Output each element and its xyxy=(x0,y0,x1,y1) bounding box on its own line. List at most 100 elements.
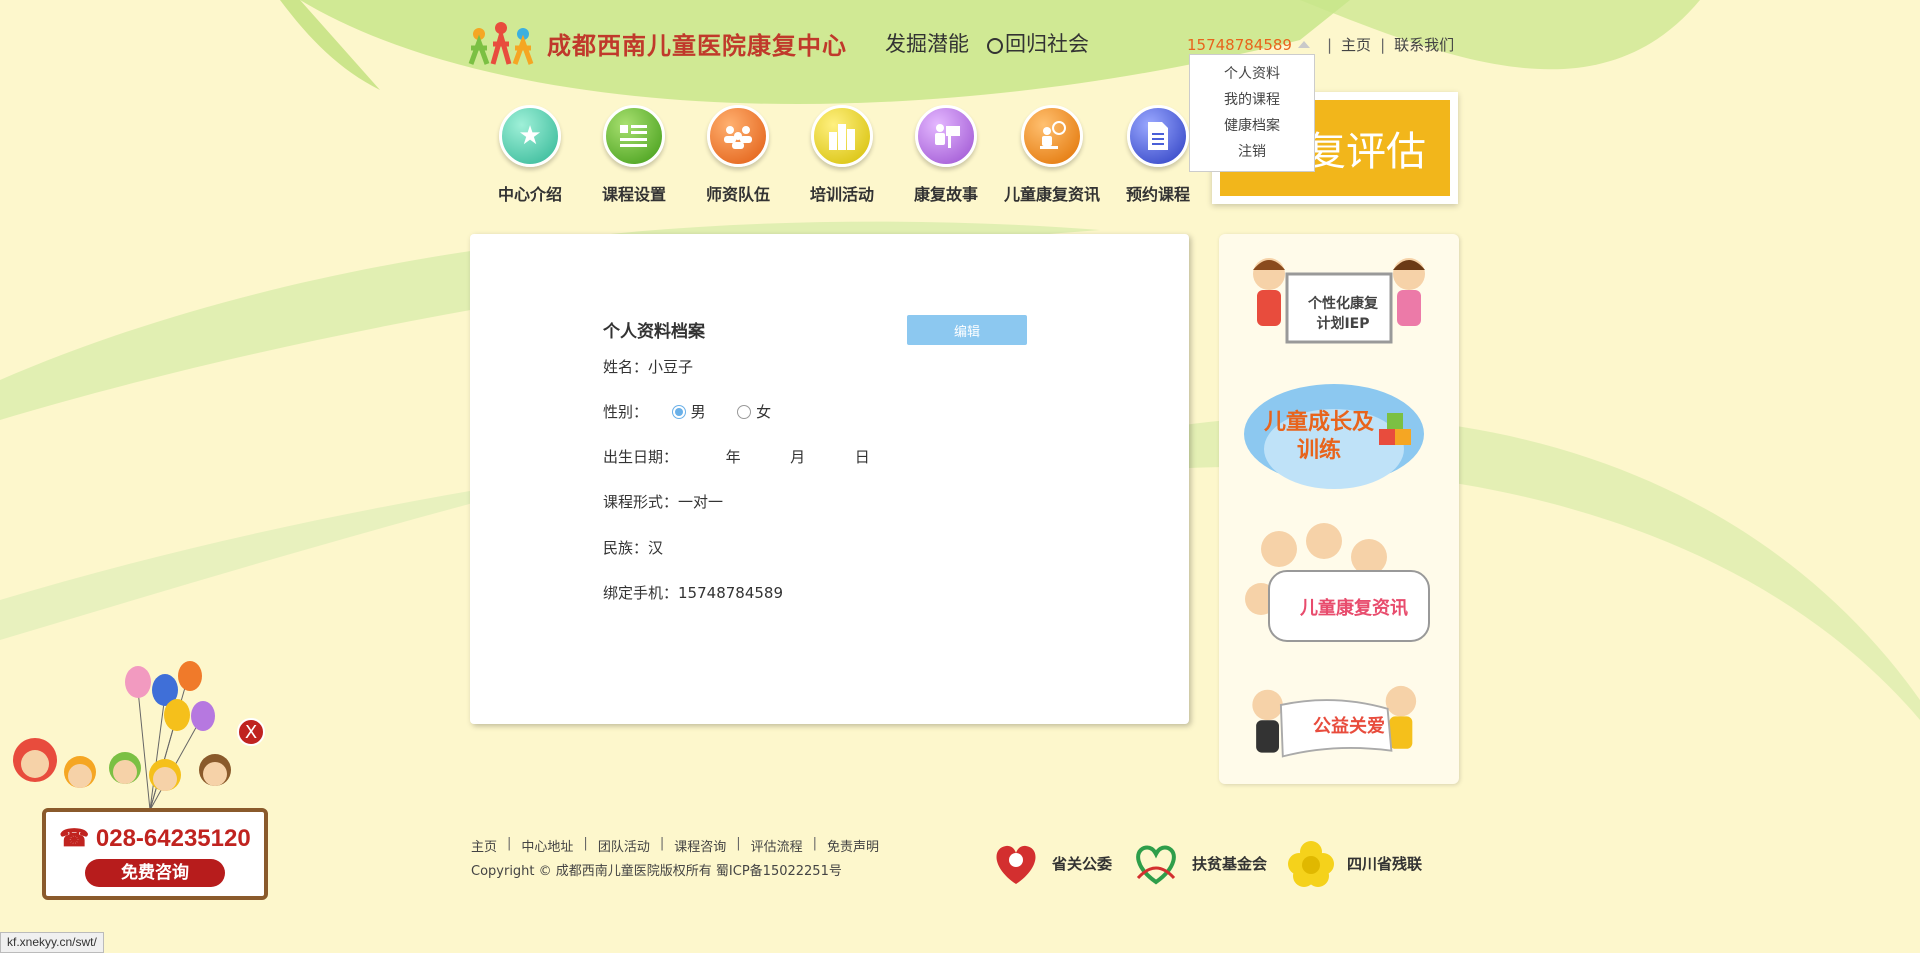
slogan-2-wrap: 回归社会 xyxy=(987,28,1089,58)
phone-label: 绑定手机： xyxy=(603,584,679,602)
partner-disabled-federation[interactable]: 四川省残联 xyxy=(1283,838,1422,888)
sidebar: 个性化康复计划IEP 儿童成长及训练 儿童康复资讯 公益关爱 xyxy=(1219,234,1459,784)
sidebar-card-growth[interactable]: 儿童成长及训练 xyxy=(1239,369,1439,494)
nav-label: 康复故事 xyxy=(913,185,978,204)
gender-label: 性别： xyxy=(603,403,649,421)
divider: | xyxy=(659,836,665,851)
sidebar-card-title: 儿童康复资讯 xyxy=(1300,598,1408,619)
footer-link-disclaimer[interactable]: 免责声明 xyxy=(827,836,879,855)
building-icon xyxy=(811,105,873,167)
menu-item-health-records[interactable]: 健康档案 xyxy=(1190,116,1314,142)
user-dropdown-menu: 个人资料 我的课程 健康档案 注销 xyxy=(1189,54,1315,172)
month-label: 月 xyxy=(790,448,806,466)
year-label: 年 xyxy=(725,448,741,466)
free-consult-button[interactable]: 免费咨询 xyxy=(85,859,225,887)
balloons-kids-icon xyxy=(13,661,231,811)
menu-item-profile[interactable]: 个人资料 xyxy=(1190,64,1314,90)
sidebar-card-title: 个性化康复计划IEP xyxy=(1308,296,1378,332)
footer-link-consult[interactable]: 课程咨询 xyxy=(674,836,726,855)
nav-item-courses[interactable]: 课程设置 xyxy=(582,105,686,205)
consult-tel-wrap: ☎ 028-64235120 xyxy=(46,824,264,853)
nav-item-rehab-news[interactable]: 儿童康复资讯 xyxy=(998,105,1106,205)
gender-male-label: 男 xyxy=(690,403,706,421)
gender-female-option[interactable]: 女 xyxy=(737,403,771,421)
day-label: 日 xyxy=(854,448,870,466)
slogan-2: 回归社会 xyxy=(1005,32,1089,56)
nav-item-teachers[interactable]: 师资队伍 xyxy=(686,105,790,205)
divider: | xyxy=(812,836,818,851)
heart-ribbon-icon xyxy=(1128,838,1184,888)
status-bar-url: kf.xnekyy.cn/swt/ xyxy=(0,932,104,953)
consult-tel: 028-64235120 xyxy=(95,825,251,852)
ethnicity-value: 汉 xyxy=(648,539,664,557)
person-clock-icon xyxy=(1021,105,1083,167)
partner-name: 省关公委 xyxy=(1052,854,1113,873)
sidebar-card-title: 儿童成长及训练 xyxy=(1263,410,1374,463)
divider: | xyxy=(1326,35,1333,54)
radio-male[interactable] xyxy=(671,405,686,419)
star-icon: ★ xyxy=(499,105,561,167)
menu-item-my-courses[interactable]: 我的课程 xyxy=(1190,90,1314,116)
home-link[interactable]: 主页 xyxy=(1341,34,1371,55)
sidebar-card-charity[interactable]: 公益关爱 xyxy=(1239,674,1439,774)
gender-row: 性别： 男 女 xyxy=(603,401,771,422)
caret-up-icon[interactable] xyxy=(1297,41,1310,48)
footer-link-process[interactable]: 评估流程 xyxy=(751,836,803,855)
footer-link-address[interactable]: 中心地址 xyxy=(521,836,573,855)
nav-label: 课程设置 xyxy=(601,185,666,204)
nav-label: 儿童康复资讯 xyxy=(1003,185,1100,204)
user-phone-menu[interactable]: 15748784589 xyxy=(1187,36,1292,54)
copyright: Copyright © 成都西南儿童医院版权所有 蜀ICP备15022251号 xyxy=(471,864,842,879)
sidebar-card-title: 公益关爱 xyxy=(1313,716,1385,737)
profile-panel: 个人资料档案 编辑 姓名：小豆子 性别： 男 女 出生日期： 年 月 日 课程形… xyxy=(470,234,1189,724)
page-title: 个人资料档案 xyxy=(603,322,705,342)
sidebar-card-iep[interactable]: 个性化康复计划IEP xyxy=(1239,244,1439,349)
flower-emblem-icon xyxy=(1283,838,1339,888)
contact-link[interactable]: 联系我们 xyxy=(1394,34,1454,55)
consult-sign: ☎ 028-64235120 免费咨询 xyxy=(42,808,268,900)
gender-female-label: 女 xyxy=(756,403,772,421)
course-row: 课程形式：一对一 xyxy=(603,491,723,512)
site-logo[interactable]: 成都西南儿童医院康复中心 xyxy=(467,18,847,68)
radio-female[interactable] xyxy=(737,405,752,419)
document-icon xyxy=(1127,105,1189,167)
name-row: 姓名：小豆子 xyxy=(603,356,693,377)
menu-item-logout[interactable]: 注销 xyxy=(1190,142,1314,168)
ethnicity-row: 民族：汉 xyxy=(603,537,663,558)
slogan-1: 发掘潜能 xyxy=(885,32,969,56)
edit-button[interactable]: 编辑 xyxy=(907,315,1027,345)
nav-label: 中心介绍 xyxy=(497,185,562,204)
close-button[interactable]: X xyxy=(237,718,265,746)
footer-link-home[interactable]: 主页 xyxy=(471,836,497,855)
divider: | xyxy=(1380,35,1386,54)
phone-icon: ☎ xyxy=(59,825,90,852)
sidebar-card-news[interactable]: 儿童康复资讯 xyxy=(1239,519,1439,654)
course-value: 一对一 xyxy=(678,493,724,511)
nav-item-stories[interactable]: 康复故事 xyxy=(894,105,998,205)
consult-float-ad[interactable]: X ☎ 028-64235120 免费咨询 xyxy=(0,660,275,900)
nav-label: 师资队伍 xyxy=(705,185,770,204)
circle-icon xyxy=(987,37,1003,54)
list-icon xyxy=(603,105,665,167)
gender-male-option[interactable]: 男 xyxy=(671,403,706,421)
partner-poverty-fund[interactable]: 扶贫基金会 xyxy=(1128,838,1267,888)
footer-link-team[interactable]: 团队活动 xyxy=(598,836,650,855)
phone-value: 15748784589 xyxy=(678,584,783,602)
top-nav: 15748784589 | 主页 | 联系我们 xyxy=(1187,34,1454,55)
logo-text: 成都西南儿童医院康复中心 xyxy=(547,31,847,60)
course-label: 课程形式： xyxy=(603,493,679,511)
divider: | xyxy=(736,836,741,851)
name-value: 小豆子 xyxy=(648,358,694,376)
heart-hands-icon xyxy=(988,838,1044,888)
nav-item-training[interactable]: 培训活动 xyxy=(790,105,894,205)
story-icon xyxy=(915,105,977,167)
nav-label: 培训活动 xyxy=(809,185,874,204)
nav-item-center-intro[interactable]: ★ 中心介绍 xyxy=(478,105,582,205)
phone-row: 绑定手机：15748784589 xyxy=(603,582,783,603)
footer-links: 主页 | 中心地址 | 团队活动 | 课程咨询 | 评估流程 | 免责声明 xyxy=(471,836,879,855)
team-icon xyxy=(707,105,769,167)
partner-guangong[interactable]: 省关公委 xyxy=(988,838,1112,888)
partner-name: 四川省残联 xyxy=(1347,854,1423,873)
divider: | xyxy=(507,836,512,851)
kids-logo-icon xyxy=(468,22,534,65)
